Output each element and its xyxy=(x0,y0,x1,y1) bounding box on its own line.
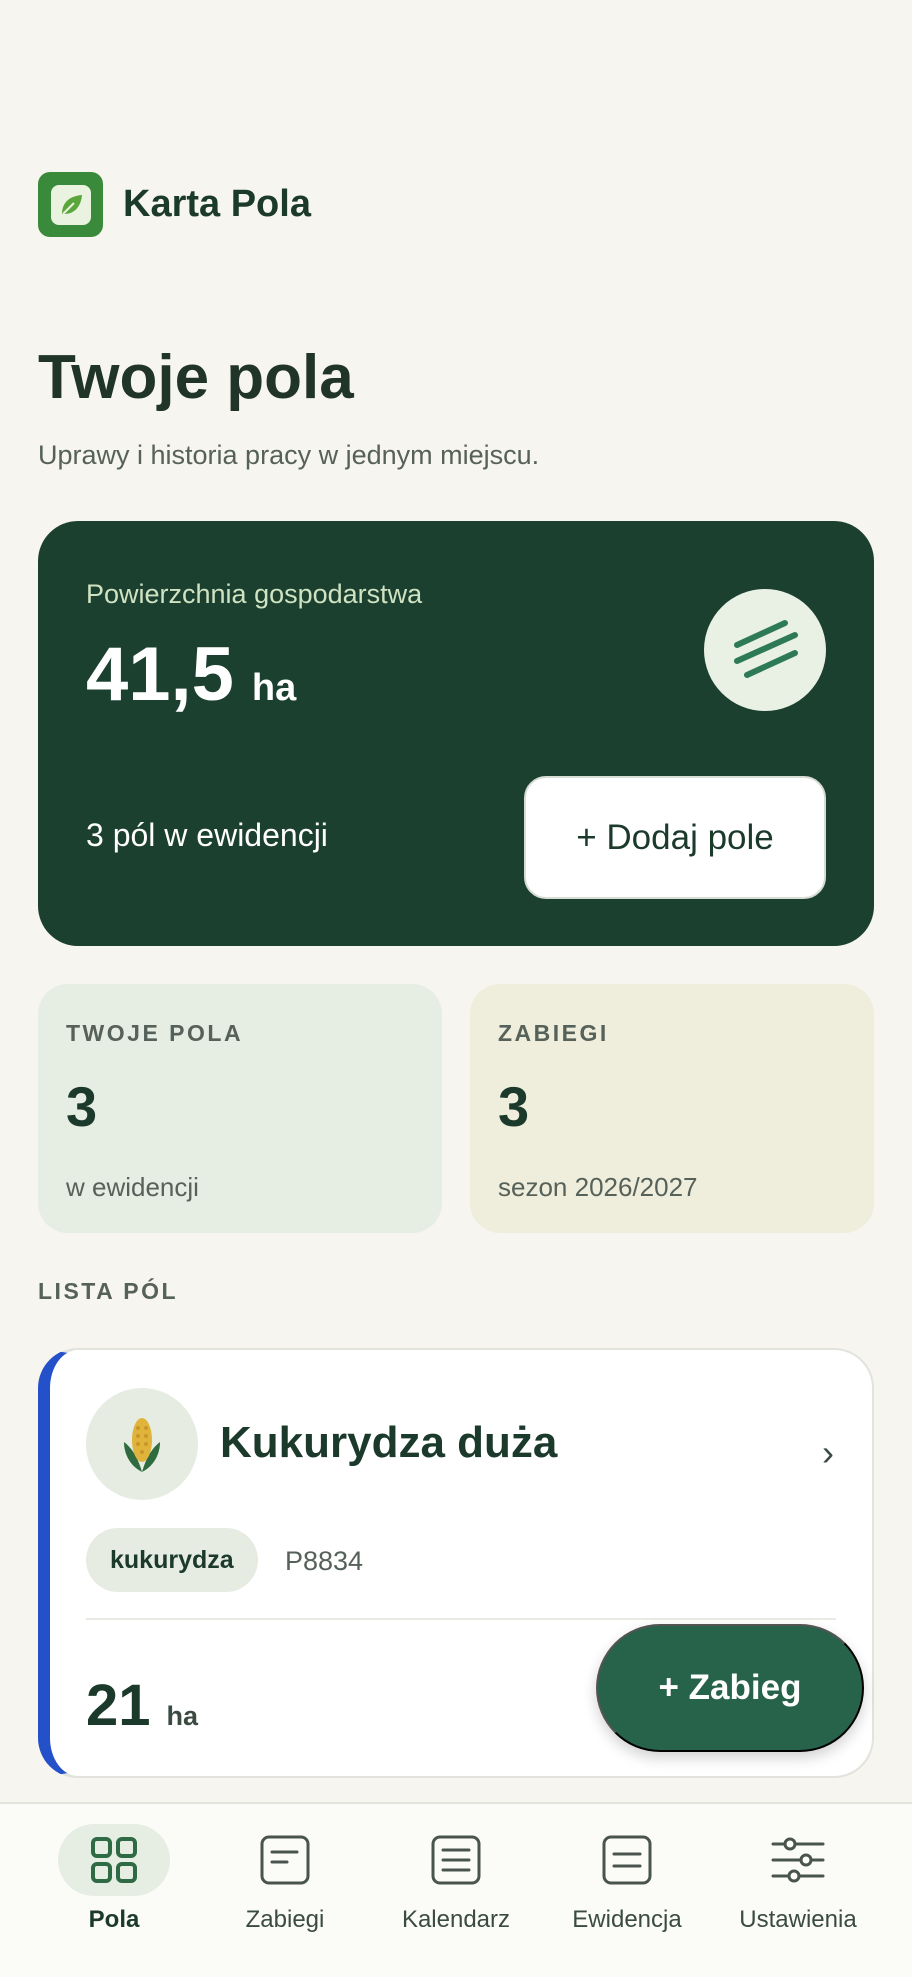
farm-area-unit: ha xyxy=(251,667,297,709)
farm-area-label: Powierzchnia gospodarstwa xyxy=(86,579,423,609)
grid-icon xyxy=(58,1824,170,1896)
nav-label: Pola xyxy=(88,1906,140,1933)
field-area-unit: ha xyxy=(166,1701,199,1731)
nav-label: Kalendarz xyxy=(401,1906,511,1933)
stat-card-treatments[interactable]: ZABIEGI 3 sezon 2026/2027 xyxy=(470,984,874,1233)
register-icon xyxy=(571,1824,683,1896)
stat-value: 3 xyxy=(66,1075,98,1138)
page: Karta Pola Twoje pola Uprawy i historia … xyxy=(0,0,912,1977)
nav-label: Ewidencja xyxy=(572,1906,682,1933)
add-treatment-button[interactable]: + Zabieg xyxy=(596,1624,864,1752)
nav-item-ewidencja[interactable]: Ewidencja xyxy=(542,1804,712,1954)
app-title: Karta Pola xyxy=(123,183,311,225)
crop-tag: kukurydza xyxy=(86,1528,258,1592)
app-header: Karta Pola xyxy=(38,172,311,237)
nav-item-pola[interactable]: Pola xyxy=(29,1804,199,1954)
section-label-fields-list: LISTA PÓL xyxy=(38,1278,179,1304)
divider xyxy=(86,1618,836,1620)
calendar-icon xyxy=(400,1824,512,1896)
nav-item-zabiegi[interactable]: Zabiegi xyxy=(200,1804,370,1954)
field-area: 21 ha xyxy=(86,1672,198,1739)
document-icon xyxy=(229,1824,341,1896)
leaf-logo-icon xyxy=(38,172,103,237)
stat-sub: sezon 2026/2027 xyxy=(498,1172,698,1202)
page-subtitle: Uprawy i historia pracy w jednym miejscu… xyxy=(38,440,540,470)
stat-value: 3 xyxy=(498,1075,530,1138)
field-area-number: 21 xyxy=(86,1673,151,1738)
chevron-right-icon[interactable]: › xyxy=(822,1432,834,1474)
stat-card-fields[interactable]: TWOJE POLA 3 w ewidencji xyxy=(38,984,442,1233)
corn-icon xyxy=(86,1388,198,1500)
stat-label: TWOJE POLA xyxy=(66,1020,244,1046)
stat-sub: w ewidencji xyxy=(66,1172,199,1202)
nav-label: Ustawienia xyxy=(739,1906,857,1933)
nav-item-ustawienia[interactable]: Ustawienia xyxy=(713,1804,883,1954)
stat-label: ZABIEGI xyxy=(498,1020,609,1046)
sliders-icon xyxy=(742,1824,854,1896)
farm-area-number: 41,5 xyxy=(86,632,234,717)
add-field-button[interactable]: + Dodaj pole xyxy=(524,776,826,899)
farm-area-value: 41,5 ha xyxy=(86,631,296,718)
farm-area-card: Powierzchnia gospodarstwa 41,5 ha 3 pól w… xyxy=(38,521,874,946)
lines-icon xyxy=(704,589,826,711)
field-count-text: 3 pól w ewidencji xyxy=(86,817,328,853)
page-title: Twoje pola xyxy=(38,343,354,412)
field-name: Kukurydza duża xyxy=(220,1418,558,1467)
nav-label: Zabiegi xyxy=(245,1906,325,1933)
nav-item-kalendarz[interactable]: Kalendarz xyxy=(371,1804,541,1954)
bottom-nav: Pola Zabiegi Kalendarz Ewidencja Ustawie… xyxy=(0,1802,912,1977)
field-id: P8834 xyxy=(285,1546,364,1576)
